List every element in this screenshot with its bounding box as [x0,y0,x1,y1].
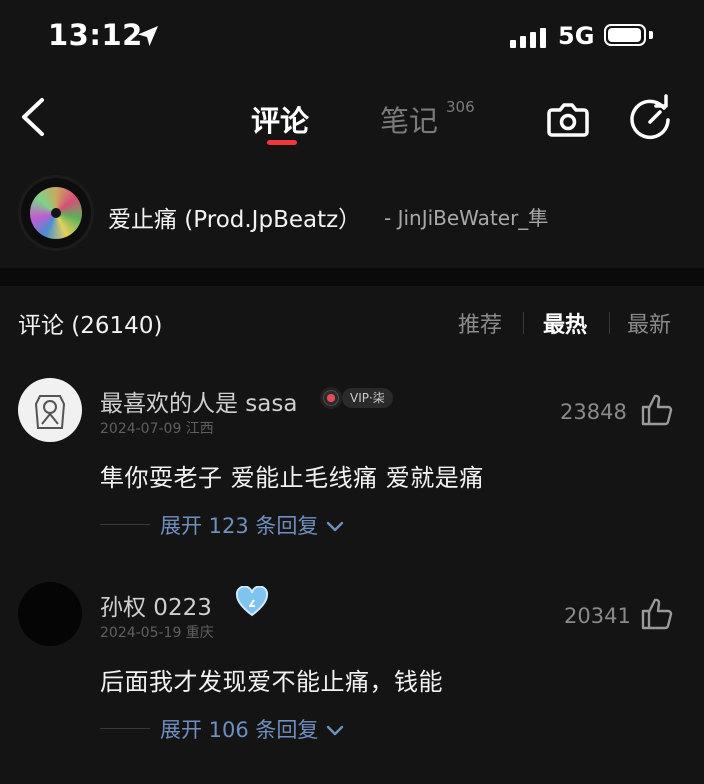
notes-count: 306 [446,98,475,116]
comment-username[interactable]: 孙权 0223 [100,588,212,622]
expand-replies-label: 展开 123 条回复 [160,514,319,538]
reply-divider [100,524,150,525]
sort-recommended[interactable]: 推荐 [458,307,502,339]
signal-icon [510,26,548,48]
avatar-image [34,395,66,429]
reply-divider [100,728,150,729]
battery-cap [649,31,653,39]
network-label: 5G [558,22,595,50]
expand-replies-link[interactable]: 展开 106 条回复 [160,714,345,744]
song-title: 爱止痛 (Prod.JpBeatz） [108,207,362,233]
comment-item: 最喜欢的人是 sasa VIP·柒 2024-07-09 江西 23848 隼你… [0,370,704,570]
tab-notes[interactable]: 笔记 [380,98,438,140]
comment-item: 孙权 0223 2024-05-19 重庆 20341 后面我才发现爱不能止痛，… [0,576,704,776]
sort-separator [609,312,610,334]
like-count: 23848 [560,400,627,424]
sort-hottest[interactable]: 最热 [543,307,587,339]
song-artist[interactable]: - JinJiBeWater_隼 [384,202,548,231]
chevron-down-icon [326,725,344,736]
status-bar: 13:12 5G [0,0,704,72]
chevron-down-icon [326,521,344,532]
comment-date-location: 2024-07-09 江西 [100,421,214,437]
album-disc[interactable] [18,175,94,251]
camera-icon[interactable] [544,94,592,142]
comment-text: 隼你耍老子 爱能止毛线痛 爱就是痛 [100,464,484,492]
avatar[interactable] [18,582,82,646]
battery-icon [604,24,646,46]
comment-date-location: 2024-05-19 重庆 [100,625,214,641]
thumbs-up-icon[interactable] [640,597,674,631]
heart-badge-icon [235,586,269,617]
comment-username[interactable]: 最喜欢的人是 sasa [100,384,297,418]
comment-text: 后面我才发现爱不能止痛，钱能 [100,668,443,696]
back-chevron-icon[interactable] [14,94,54,140]
vip-badge: VIP·柒 [342,388,393,408]
share-icon[interactable] [626,94,674,142]
comments-count-title: 评论 (26140) [18,313,163,339]
expand-replies-link[interactable]: 展开 123 条回复 [160,510,345,540]
comments-header: 评论 (26140) 推荐 最热 最新 [0,286,704,356]
like-count: 20341 [564,604,631,628]
thumbs-up-icon[interactable] [640,393,674,427]
tab-comments[interactable]: 评论 [251,98,309,140]
avatar[interactable] [18,378,82,442]
status-time: 13:12 [48,18,143,52]
vinyl-record-icon [320,387,342,409]
sort-newest[interactable]: 最新 [627,307,671,339]
expand-replies-label: 展开 106 条回复 [160,718,319,742]
section-divider [0,268,704,286]
sort-separator [523,312,524,334]
nav-bar: 评论 笔记 306 [0,72,704,162]
song-info[interactable]: 爱止痛 (Prod.JpBeatz） - JinJiBeWater_隼 [0,170,704,260]
location-arrow-icon [138,26,158,46]
active-tab-indicator [267,140,297,145]
